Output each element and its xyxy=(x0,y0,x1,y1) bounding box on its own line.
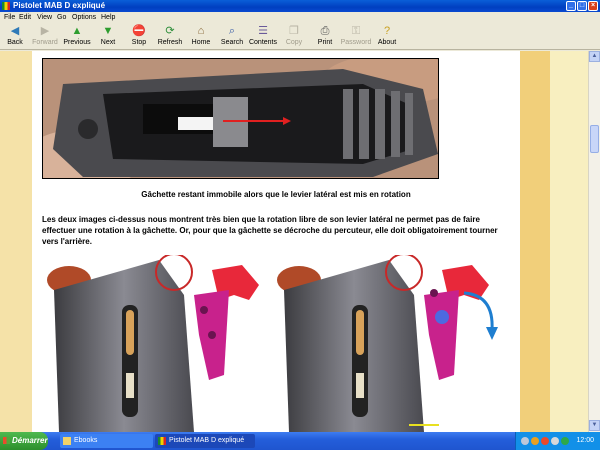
task-ebooks-label: Ebooks xyxy=(74,437,98,444)
menu-bar: File Edit View Go Options Help xyxy=(0,12,600,23)
search-icon: ⌕ xyxy=(228,25,236,37)
volume-icon[interactable] xyxy=(521,437,529,445)
maximize-button[interactable]: □ xyxy=(577,1,587,11)
taskbar: Démarrer Ebooks Pistolet MAB D expliqué … xyxy=(0,432,600,450)
down-arrow-icon: ▼ xyxy=(102,25,114,37)
page-left-margin xyxy=(0,51,32,432)
photo-caption: Gâchette restant immobile alors que le l… xyxy=(141,190,411,199)
task-pistolet[interactable]: Pistolet MAB D expliqué xyxy=(155,434,255,448)
scroll-thumb[interactable] xyxy=(590,125,599,153)
copy-button[interactable]: ❐ Copy xyxy=(277,24,311,49)
menu-view[interactable]: View xyxy=(37,13,52,22)
pistol-photo-illustration xyxy=(43,59,438,178)
refresh-button[interactable]: ⟳ Refresh xyxy=(153,24,187,49)
previous-label: Previous xyxy=(63,39,91,46)
menu-edit[interactable]: Edit xyxy=(19,13,31,22)
menu-options[interactable]: Options xyxy=(72,13,96,22)
pistol-photo xyxy=(42,58,439,179)
home-button[interactable]: ⌂ Home xyxy=(184,24,218,49)
window-titlebar[interactable]: Pistolet MAB D expliqué _ □ × xyxy=(0,0,600,12)
scroll-down-arrow-icon[interactable]: ▼ xyxy=(589,420,600,431)
password-button[interactable]: ⚿ Password xyxy=(339,24,373,49)
menu-file[interactable]: File xyxy=(4,13,15,22)
about-button[interactable]: ? About xyxy=(370,24,404,49)
minimize-button[interactable]: _ xyxy=(566,1,576,11)
about-label: About xyxy=(377,39,397,46)
page-viewport[interactable]: Gâchette restant immobile alors que le l… xyxy=(0,51,588,432)
contents-label: Contents xyxy=(248,39,278,46)
system-tray: 12:00 xyxy=(515,432,600,450)
stop-label: Stop xyxy=(131,39,147,46)
refresh-label: Refresh xyxy=(157,39,183,46)
stop-icon: ⛔ xyxy=(132,25,146,37)
window-title: Pistolet MAB D expliqué xyxy=(13,1,106,10)
home-label: Home xyxy=(191,39,211,46)
menu-go[interactable]: Go xyxy=(57,13,66,22)
start-button[interactable]: Démarrer xyxy=(0,432,48,450)
page-right-margin xyxy=(520,51,550,432)
vertical-scrollbar[interactable]: ▲ ▼ xyxy=(588,51,600,432)
copy-icon: ❐ xyxy=(289,25,299,37)
contents-icon: ☰ xyxy=(258,25,268,37)
home-icon: ⌂ xyxy=(197,25,205,37)
previous-button[interactable]: ▲ Previous xyxy=(60,24,94,49)
refresh-icon: ⟳ xyxy=(165,25,175,37)
scroll-up-arrow-icon[interactable]: ▲ xyxy=(589,51,600,62)
toolbar: ◀ Back ▶ Forward ▲ Previous ▼ Next ⛔ Sto… xyxy=(0,23,600,50)
up-arrow-icon: ▲ xyxy=(71,25,83,37)
start-label: Démarrer xyxy=(12,436,48,445)
forward-button[interactable]: ▶ Forward xyxy=(28,24,62,49)
document-icon xyxy=(158,437,166,445)
print-label: Print xyxy=(317,39,333,46)
password-label: Password xyxy=(340,39,372,46)
print-button[interactable]: ⎙ Print xyxy=(308,24,342,49)
tray-app-icon[interactable] xyxy=(551,437,559,445)
close-button[interactable]: × xyxy=(588,1,598,11)
network-icon[interactable] xyxy=(531,437,539,445)
next-button[interactable]: ▼ Next xyxy=(91,24,125,49)
explanation-paragraph: Les deux images ci-dessus nous montrent … xyxy=(42,215,498,246)
trigger-diagram-illustration xyxy=(47,255,498,432)
search-button[interactable]: ⌕ Search xyxy=(215,24,249,49)
task-pistolet-label: Pistolet MAB D expliqué xyxy=(169,437,245,444)
next-label: Next xyxy=(100,39,116,46)
forward-label: Forward xyxy=(32,39,58,46)
stop-button[interactable]: ⛔ Stop xyxy=(122,24,156,49)
print-icon: ⎙ xyxy=(320,25,330,37)
windows-flag-icon xyxy=(3,437,10,444)
forward-arrow-icon: ▶ xyxy=(40,25,50,37)
app-icon xyxy=(2,2,10,10)
folder-icon xyxy=(63,437,71,445)
menu-help[interactable]: Help xyxy=(101,13,115,22)
back-arrow-icon: ◀ xyxy=(10,25,20,37)
clock: 12:00 xyxy=(576,437,594,444)
contents-button[interactable]: ☰ Contents xyxy=(246,24,280,49)
tray-status-icon[interactable] xyxy=(561,437,569,445)
trigger-mechanism-diagram xyxy=(44,255,514,432)
task-ebooks[interactable]: Ebooks xyxy=(60,434,153,448)
about-icon: ? xyxy=(383,25,391,37)
search-label: Search xyxy=(220,39,244,46)
key-icon: ⚿ xyxy=(351,25,361,37)
copy-label: Copy xyxy=(285,39,303,46)
security-icon[interactable] xyxy=(541,437,549,445)
